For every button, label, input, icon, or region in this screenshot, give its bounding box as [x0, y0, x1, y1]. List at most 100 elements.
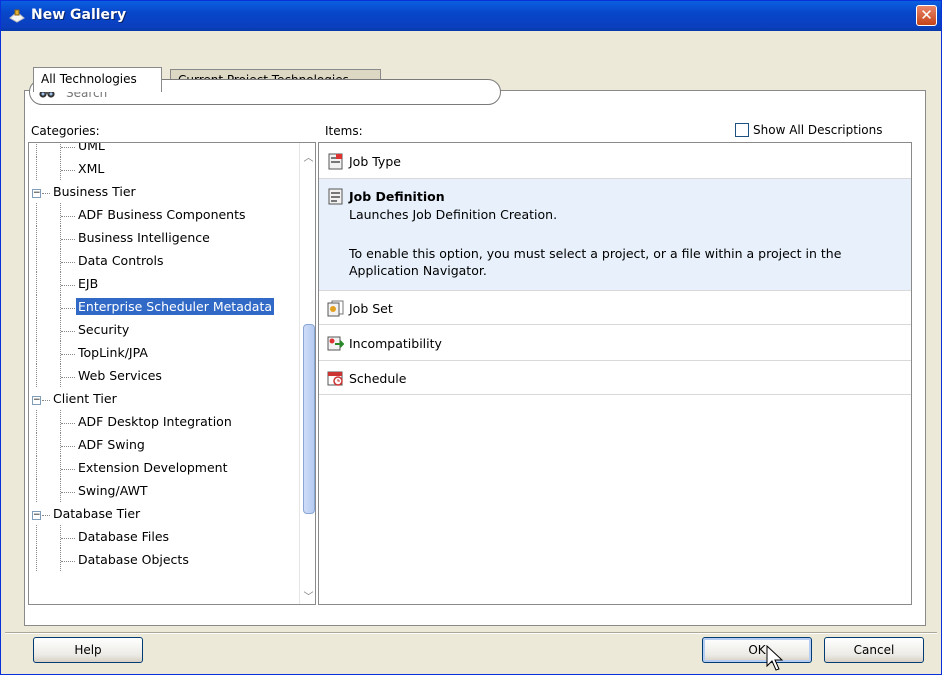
tree-connector: [61, 170, 75, 171]
category-item[interactable]: XML: [29, 157, 299, 180]
category-item[interactable]: ADF Business Components: [29, 203, 299, 226]
gallery-item[interactable]: Job Set: [319, 291, 911, 325]
help-button[interactable]: Help: [33, 637, 143, 663]
category-item[interactable]: − Database Tier: [29, 502, 299, 525]
tree-connector: [61, 262, 75, 263]
category-label: ADF Business Components: [78, 207, 246, 222]
category-label: Data Controls: [78, 253, 164, 268]
category-label: Extension Development: [78, 460, 228, 475]
gallery-item[interactable]: Schedule: [319, 361, 911, 395]
tree-connector: [36, 203, 37, 226]
category-label: EJB: [78, 276, 99, 291]
collapse-toggle-icon[interactable]: −: [32, 189, 41, 198]
tree-connector: [36, 548, 37, 571]
category-item[interactable]: Database Files: [29, 525, 299, 548]
category-label: XML: [78, 161, 105, 176]
category-label: UML: [78, 143, 105, 153]
category-item[interactable]: − Client Tier: [29, 387, 299, 410]
category-label: Swing/AWT: [78, 483, 148, 498]
category-label: Client Tier: [53, 391, 117, 406]
tree-connector: [61, 492, 75, 493]
category-item[interactable]: EJB: [29, 272, 299, 295]
schedule-icon: [327, 371, 343, 386]
tree-connector: [60, 272, 61, 295]
title-bar[interactable]: New Gallery ✕: [1, 1, 941, 31]
tree-connector: [60, 249, 61, 272]
category-item[interactable]: ADF Swing: [29, 433, 299, 456]
tree-connector: [36, 410, 37, 433]
category-item[interactable]: Enterprise Scheduler Metadata: [29, 295, 299, 318]
tree-connector: [61, 331, 75, 332]
categories-label: Categories:: [31, 124, 100, 138]
category-item[interactable]: − Business Tier: [29, 180, 299, 203]
category-item[interactable]: Database Objects: [29, 548, 299, 571]
tab-all-technologies[interactable]: All Technologies: [33, 67, 162, 92]
job-definition-icon: [328, 188, 343, 205]
collapse-toggle-icon[interactable]: −: [32, 511, 41, 520]
close-button[interactable]: ✕: [916, 5, 937, 26]
gallery-item-label: Job Type: [349, 153, 401, 169]
category-label: Database Tier: [53, 506, 141, 521]
category-item[interactable]: Web Services: [29, 364, 299, 387]
tree-connector: [61, 377, 75, 378]
category-label: ADF Swing: [78, 437, 145, 452]
category-item[interactable]: Swing/AWT: [29, 479, 299, 502]
scroll-thumb[interactable]: [303, 324, 315, 514]
gallery-item[interactable]: Job Type: [319, 143, 911, 179]
gallery-item-label: Job Definition: [349, 189, 445, 204]
tree-connector: [61, 423, 75, 424]
category-item[interactable]: TopLink/JPA: [29, 341, 299, 364]
category-label: TopLink/JPA: [78, 345, 148, 360]
tree-connector: [36, 341, 37, 364]
tree-connector: [36, 479, 37, 502]
tree-connector: [60, 226, 61, 249]
tree-connector: [61, 446, 75, 447]
ok-button[interactable]: OK: [702, 637, 812, 663]
job-type-icon: [328, 153, 343, 169]
tree-connector: [60, 318, 61, 341]
category-label: Security: [78, 322, 130, 337]
gallery-item-label: Schedule: [349, 370, 407, 386]
category-label: Enterprise Scheduler Metadata: [76, 298, 275, 315]
checkbox-box[interactable]: [735, 123, 749, 137]
category-item[interactable]: UML: [29, 143, 299, 157]
dialog-title: New Gallery: [31, 7, 127, 23]
tree-connector: [36, 456, 37, 479]
tree-connector: [60, 364, 61, 387]
dialog-body: All Technologies Current Project Technol…: [5, 32, 937, 672]
categories-list: UML XML − Business Tier ADF Business Compone…: [29, 143, 299, 604]
gallery-item[interactable]: Job Definition Launches Job Definition Cr…: [319, 179, 911, 291]
scroll-down-arrow-icon[interactable]: ﹀: [302, 588, 315, 603]
categories-scrollbar[interactable]: ︿ ﹀: [299, 143, 315, 604]
categories-tree[interactable]: UML XML − Business Tier ADF Business Compone…: [28, 142, 316, 605]
mouse-pointer-icon: [766, 645, 784, 671]
tree-connector: [61, 561, 75, 562]
tree-connector: [36, 433, 37, 456]
category-label: Business Tier: [53, 184, 136, 199]
category-item[interactable]: Business Intelligence: [29, 226, 299, 249]
gallery-app-icon: [9, 9, 25, 23]
category-item[interactable]: Data Controls: [29, 249, 299, 272]
collapse-toggle-icon[interactable]: −: [32, 396, 41, 405]
category-item[interactable]: Security: [29, 318, 299, 341]
tree-connector: [36, 143, 37, 157]
items-list[interactable]: Job Type Job Definition Launches Job Defin…: [318, 142, 912, 605]
tree-connector: [60, 157, 61, 180]
tree-connector: [42, 515, 50, 516]
show-all-descriptions-checkbox[interactable]: Show All Descriptions: [735, 123, 882, 137]
category-label: Database Objects: [78, 552, 189, 567]
tree-connector: [60, 525, 61, 548]
tree-connector: [36, 295, 37, 318]
tree-connector: [60, 341, 61, 364]
cancel-button[interactable]: Cancel: [824, 637, 924, 663]
tree-connector: [36, 249, 37, 272]
tree-connector: [61, 469, 75, 470]
show-all-descriptions-label: Show All Descriptions: [753, 123, 883, 137]
category-item[interactable]: ADF Desktop Integration: [29, 410, 299, 433]
tree-connector: [36, 272, 37, 295]
scroll-up-arrow-icon[interactable]: ︿: [302, 149, 315, 164]
category-item[interactable]: Extension Development: [29, 456, 299, 479]
gallery-item-label: Job Set: [349, 300, 393, 316]
gallery-item[interactable]: Incompatibility: [319, 325, 911, 361]
tree-connector: [60, 479, 61, 502]
